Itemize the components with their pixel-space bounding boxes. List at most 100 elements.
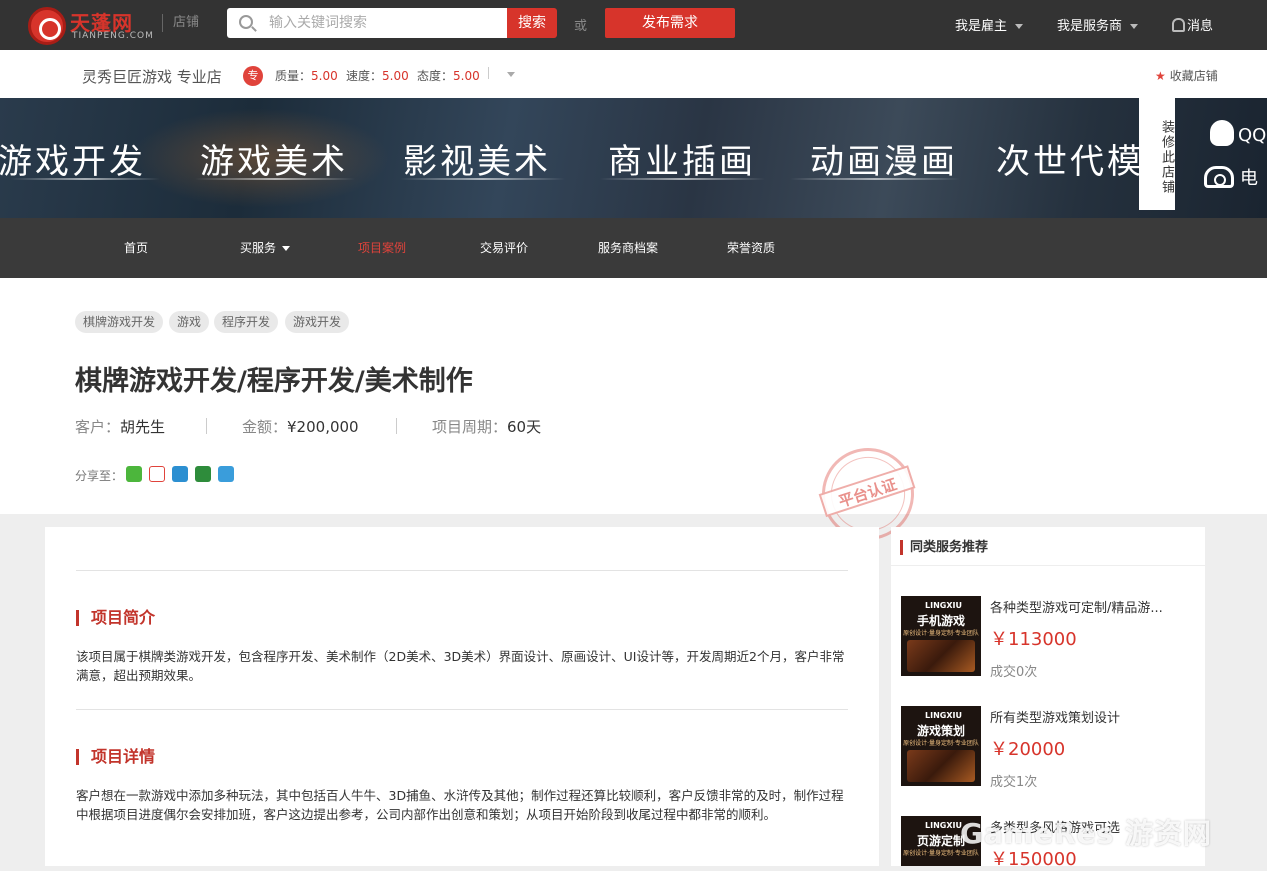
phone-label: 电 (1240, 168, 1258, 189)
content-divider (76, 570, 848, 571)
decorate-shop-button[interactable]: 装修此店铺 (1139, 98, 1175, 210)
or-separator: 或 (574, 19, 588, 34)
speed-rating: 速度：5.00 (346, 67, 409, 84)
service-price: ￥113000 (990, 629, 1077, 650)
nav-home[interactable]: 首页 (124, 239, 148, 256)
publish-demand-button[interactable]: 发布需求 (605, 8, 735, 38)
meta-divider (396, 418, 397, 434)
detail-text: 客户想在一款游戏中添加多种玩法，其中包括百人牛牛、3D捕鱼、水浒传及其他；制作过… (76, 788, 844, 822)
quality-label: 质量： (275, 69, 312, 83)
thumb-logo: LINGXIU (925, 601, 962, 610)
attitude-label: 态度： (417, 69, 454, 83)
project-amount: 金额：¥200,000 (242, 416, 359, 437)
banner-divider (600, 178, 765, 180)
speed-label: 速度： (346, 69, 383, 83)
nav-honors[interactable]: 荣誉资质 (727, 239, 775, 256)
thumb-title: 游戏策划 (916, 724, 965, 738)
favorite-shop-link[interactable]: ★ 收藏店铺 (1155, 67, 1218, 84)
service-thumbnail[interactable]: LINGXIU 游戏策划 原创设计·量身定制·专业团队 (901, 706, 981, 786)
banner-divider (10, 178, 160, 180)
employer-menu[interactable]: 我是雇主 (955, 15, 1024, 34)
qq-contact[interactable]: QQ (1210, 120, 1266, 146)
nav-buy-services-label: 买服务 (240, 241, 277, 255)
qq-label: QQ (1238, 125, 1267, 146)
shop-nav: 首页 买服务 项目案例 交易评价 服务商档案 荣誉资质 (0, 218, 1267, 278)
banner-category-3[interactable]: 影视美术 (403, 134, 551, 183)
chevron-down-icon (282, 246, 291, 251)
favorite-shop-label: 收藏店铺 (1169, 69, 1218, 83)
service-deals: 成交0次 (990, 665, 1038, 680)
speed-value: 5.00 (382, 69, 409, 83)
project-tag[interactable]: 棋牌游戏开发 (75, 311, 164, 333)
attitude-value: 5.00 (453, 69, 480, 83)
search-icon (239, 15, 253, 29)
employer-menu-label: 我是雇主 (955, 19, 1008, 34)
qzone-share-icon[interactable] (172, 466, 188, 482)
amount-label: 金额： (242, 418, 288, 436)
phone-icon (1204, 166, 1234, 188)
meta-divider (206, 418, 207, 434)
banner-divider (400, 178, 565, 180)
client-label: 客户： (75, 418, 121, 436)
thumb-title: 手机游戏 (916, 614, 965, 628)
thumb-subtitle: 原创设计·量身定制·专业团队 (903, 740, 979, 747)
phone-contact[interactable]: 电 (1204, 164, 1258, 190)
douban-share-icon[interactable] (195, 466, 211, 482)
attitude-rating: 态度：5.00 (417, 67, 480, 84)
banner-divider (195, 178, 355, 180)
search-box (227, 8, 507, 38)
banner-category-4[interactable]: 商业插画 (608, 134, 756, 183)
thumb-logo: LINGXIU (925, 821, 962, 830)
thumb-subtitle: 原创设计·量身定制·专业团队 (903, 630, 979, 637)
nav-project-cases[interactable]: 项目案例 (358, 239, 406, 256)
messages-label: 消息 (1187, 19, 1214, 34)
thumb-artwork (907, 750, 975, 782)
content-divider (76, 709, 848, 710)
ratings-dropdown-icon[interactable] (507, 72, 515, 77)
quality-rating: 质量：5.00 (275, 67, 338, 84)
shop-name[interactable]: 灵秀巨匠游戏 专业店 (82, 66, 222, 87)
bell-icon (1172, 18, 1185, 32)
search-input[interactable] (267, 8, 503, 38)
provider-menu[interactable]: 我是服务商 (1057, 15, 1139, 34)
period-label: 项目周期： (432, 418, 508, 436)
nav-provider-profile[interactable]: 服务商档案 (598, 239, 658, 256)
amount-value: ¥200,000 (287, 418, 359, 436)
chevron-down-icon (1130, 24, 1139, 29)
service-name[interactable]: 所有类型游戏策划设计 (990, 707, 1180, 726)
thumb-artwork (907, 640, 975, 672)
quality-value: 5.00 (311, 69, 338, 83)
project-tag[interactable]: 游戏开发 (285, 311, 350, 333)
banner-category-1[interactable]: 游戏开发 (0, 134, 146, 183)
shop-banner: 游戏开发 游戏美术 影视美术 商业插画 动画漫画 次世代模 QQ 电 (0, 98, 1267, 218)
banner-divider (790, 178, 960, 180)
banner-category-5[interactable]: 动画漫画 (810, 134, 958, 183)
wechat-share-icon[interactable] (126, 466, 142, 482)
project-period: 项目周期：60天 (432, 416, 541, 437)
qq-icon (1210, 120, 1234, 146)
chevron-down-icon (1015, 24, 1024, 29)
pro-badge: 专 (243, 66, 263, 86)
rating-divider (488, 67, 489, 79)
banner-category-2[interactable]: 游戏美术 (200, 134, 348, 183)
sidebar-title: 同类服务推荐 (900, 540, 988, 555)
nav-buy-services[interactable]: 买服务 (240, 239, 291, 256)
service-deals: 成交1次 (990, 775, 1038, 790)
watermark: GameRes 游资网 (960, 817, 1213, 850)
intro-section-title: 项目简介 (76, 610, 155, 626)
qq-share-icon[interactable] (218, 466, 234, 482)
search-button[interactable]: 搜索 (507, 8, 557, 38)
weibo-share-icon[interactable] (149, 466, 165, 482)
nav-reviews[interactable]: 交易评价 (480, 239, 528, 256)
project-tag[interactable]: 程序开发 (214, 311, 279, 333)
service-name[interactable]: 各种类型游戏可定制/精品游... (990, 597, 1180, 616)
project-title: 棋牌游戏开发/程序开发/美术制作 (75, 366, 473, 397)
client-value: 胡先生 (120, 418, 166, 436)
project-tag[interactable]: 游戏 (169, 311, 210, 333)
service-price: ￥20000 (990, 739, 1066, 760)
intro-text: 该项目属于棋牌类游戏开发，包含程序开发、美术制作（2D美术、3D美术）界面设计、… (76, 649, 845, 683)
messages-link[interactable]: 消息 (1172, 15, 1213, 34)
site-logo[interactable]: 天蓬网 TIANPENG.COM (28, 5, 158, 45)
banner-category-6[interactable]: 次世代模 (996, 134, 1144, 183)
service-thumbnail[interactable]: LINGXIU 手机游戏 原创设计·量身定制·专业团队 (901, 596, 981, 676)
